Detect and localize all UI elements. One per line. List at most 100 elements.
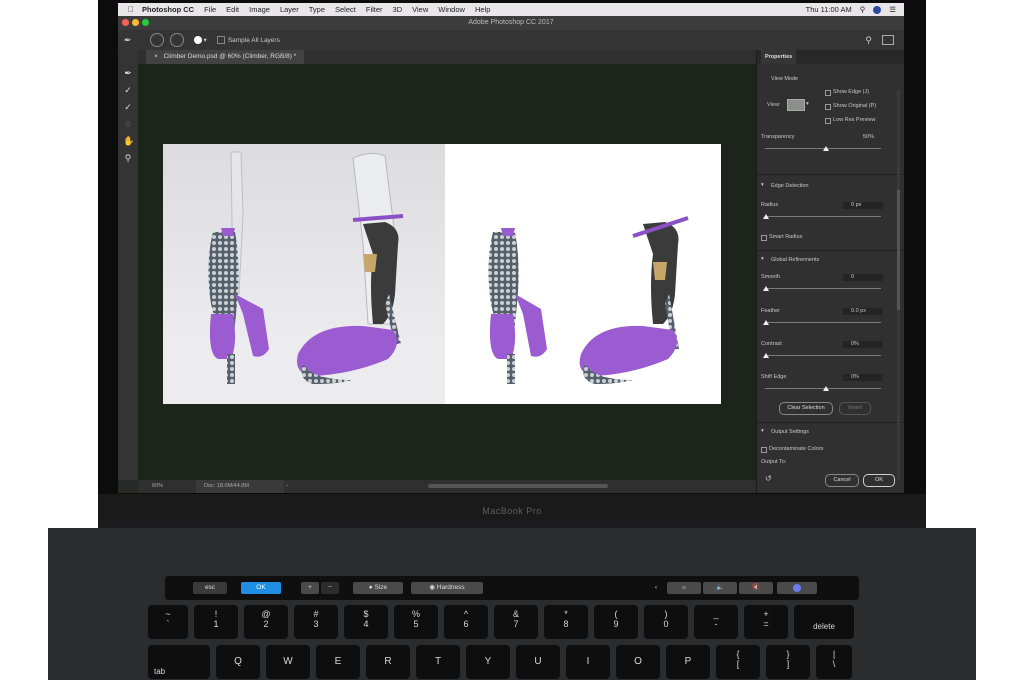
key-5[interactable]: % 5 — [394, 605, 438, 639]
brush-preset-icon[interactable] — [193, 36, 202, 44]
key-left-bracket[interactable]: {[ — [716, 645, 760, 679]
add-to-selection-icon[interactable] — [149, 33, 164, 47]
key-o[interactable]: O — [616, 645, 660, 679]
cancel-button[interactable]: Cancel — [825, 474, 859, 487]
key-6[interactable]: ^ 6 — [444, 605, 488, 639]
esc-key[interactable]: esc — [193, 582, 227, 594]
key-t[interactable]: T — [416, 645, 460, 679]
menu-filter[interactable]: Filter — [366, 5, 383, 14]
radius-slider-thumb[interactable] — [763, 214, 769, 219]
volume-icon[interactable]: 🔈 — [703, 582, 737, 594]
hand-tool-icon[interactable]: ✋ — [123, 136, 134, 146]
touchbar-hardness-button[interactable]: ◉ Hardness — [411, 582, 483, 594]
key-w[interactable]: W — [266, 645, 310, 679]
menu-edit[interactable]: Edit — [226, 5, 239, 14]
search-icon[interactable]: ⚲ — [865, 35, 872, 46]
touchbar-subtract-icon[interactable]: − — [321, 582, 339, 594]
document-image[interactable] — [163, 144, 721, 404]
smart-radius-checkbox[interactable] — [761, 235, 767, 241]
clear-selection-button[interactable]: Clear Selection — [779, 402, 833, 415]
horizontal-scrollbar[interactable] — [428, 484, 608, 488]
contrast-slider-thumb[interactable] — [763, 353, 769, 358]
key-8[interactable]: * 8 — [544, 605, 588, 639]
key-tab[interactable]: tab — [148, 645, 210, 679]
edge-detection-heading[interactable]: Edge Detection — [771, 183, 809, 189]
zoom-window-icon[interactable] — [142, 19, 149, 26]
menu-type[interactable]: Type — [309, 5, 325, 14]
key-9[interactable]: (9 — [594, 605, 638, 639]
key-3[interactable]: #3 — [294, 605, 338, 639]
decontaminate-checkbox[interactable] — [761, 447, 767, 453]
canvas-area[interactable] — [138, 64, 756, 480]
user-icon[interactable] — [873, 5, 882, 14]
close-icon[interactable]: × — [154, 53, 158, 60]
transparency-slider-thumb[interactable] — [823, 146, 829, 151]
panel-title[interactable]: Properties — [761, 50, 797, 64]
key-4[interactable]: $4 — [344, 605, 388, 639]
zoom-level[interactable]: 60% — [152, 480, 163, 493]
lasso-tool-icon[interactable]: ◌ — [123, 119, 133, 129]
panel-scrollbar[interactable] — [897, 90, 900, 480]
close-window-icon[interactable] — [122, 19, 129, 26]
contrast-field[interactable]: 0% — [843, 341, 883, 348]
brush-tool-icon[interactable]: ✓ — [123, 102, 133, 112]
low-res-preview-checkbox[interactable] — [825, 118, 831, 124]
chevron-right-icon[interactable]: › — [286, 480, 288, 493]
search-icon[interactable]: ⚲ — [860, 5, 866, 14]
show-original-checkbox[interactable] — [825, 104, 831, 110]
chevron-down-icon[interactable]: ▾ — [806, 101, 809, 107]
key-i[interactable]: I — [566, 645, 610, 679]
shift-edge-field[interactable]: 0% — [843, 374, 883, 381]
document-info[interactable]: Doc: 18.0M/44.8M — [196, 480, 284, 493]
key-backtick[interactable]: ~ ` — [148, 605, 188, 639]
chevron-down-icon[interactable]: ▾ — [204, 36, 207, 44]
ok-button[interactable]: OK — [863, 474, 895, 487]
brush-tool-icon[interactable]: ✒ — [124, 35, 132, 46]
touchbar-add-icon[interactable]: + — [301, 582, 319, 594]
menu-layer[interactable]: Layer — [280, 5, 299, 14]
key-backslash[interactable]: | \ — [816, 645, 852, 679]
mute-icon[interactable]: 🔇 — [739, 582, 773, 594]
feather-slider-thumb[interactable] — [763, 320, 769, 325]
menu-help[interactable]: Help — [475, 5, 490, 14]
menu-file[interactable]: File — [204, 5, 216, 14]
feather-slider[interactable] — [765, 322, 881, 323]
view-mode-thumbnail[interactable] — [787, 99, 805, 111]
key-e[interactable]: E — [316, 645, 360, 679]
key-u[interactable]: U — [516, 645, 560, 679]
key-y[interactable]: Y — [466, 645, 510, 679]
key-delete[interactable]: delete — [794, 605, 854, 639]
touchbar-ok-button[interactable]: OK — [241, 582, 281, 594]
feather-field[interactable]: 0.0 px — [843, 308, 883, 315]
sample-all-layers-checkbox[interactable] — [216, 36, 225, 44]
menu-image[interactable]: Image — [249, 5, 270, 14]
invert-button[interactable]: Invert — [839, 402, 871, 415]
document-tab[interactable]: × Climber Demo.psd @ 60% (Climber, RGB/8… — [146, 50, 305, 64]
quick-selection-tool-icon[interactable]: ✒ — [123, 68, 133, 78]
key-p[interactable]: P — [666, 645, 710, 679]
radius-slider[interactable] — [765, 216, 881, 217]
global-refinements-heading[interactable]: Global Refinements — [771, 257, 819, 263]
key-0[interactable]: ) 0 — [644, 605, 688, 639]
key-equals[interactable]: + = — [744, 605, 788, 639]
minimize-window-icon[interactable] — [132, 19, 139, 26]
key-q[interactable]: Q — [216, 645, 260, 679]
menu-photoshop[interactable]: Photoshop CC — [142, 5, 194, 14]
siri-icon[interactable] — [777, 582, 817, 594]
menu-window[interactable]: Window — [438, 5, 465, 14]
menu-list-icon[interactable]: ☰ — [889, 5, 896, 14]
chevron-down-icon[interactable]: ▾ — [761, 428, 764, 434]
output-settings-heading[interactable]: Output Settings — [771, 429, 809, 435]
show-edge-checkbox[interactable] — [825, 90, 831, 96]
key-r[interactable]: R — [366, 645, 410, 679]
key-minus[interactable]: _ - — [694, 605, 738, 639]
clock[interactable]: Thu 11:00 AM — [806, 5, 852, 14]
transparency-value[interactable]: 50% — [863, 134, 874, 140]
shift-edge-slider-thumb[interactable] — [823, 386, 829, 391]
key-1[interactable]: ! 1 — [194, 605, 238, 639]
brightness-icon[interactable]: ☼ — [667, 582, 701, 594]
smooth-field[interactable]: 0 — [843, 274, 883, 281]
touchbar-size-button[interactable]: ● Size — [353, 582, 403, 594]
workspace-icon[interactable] — [882, 35, 894, 45]
refine-edge-brush-icon[interactable]: ✓ — [123, 85, 133, 95]
